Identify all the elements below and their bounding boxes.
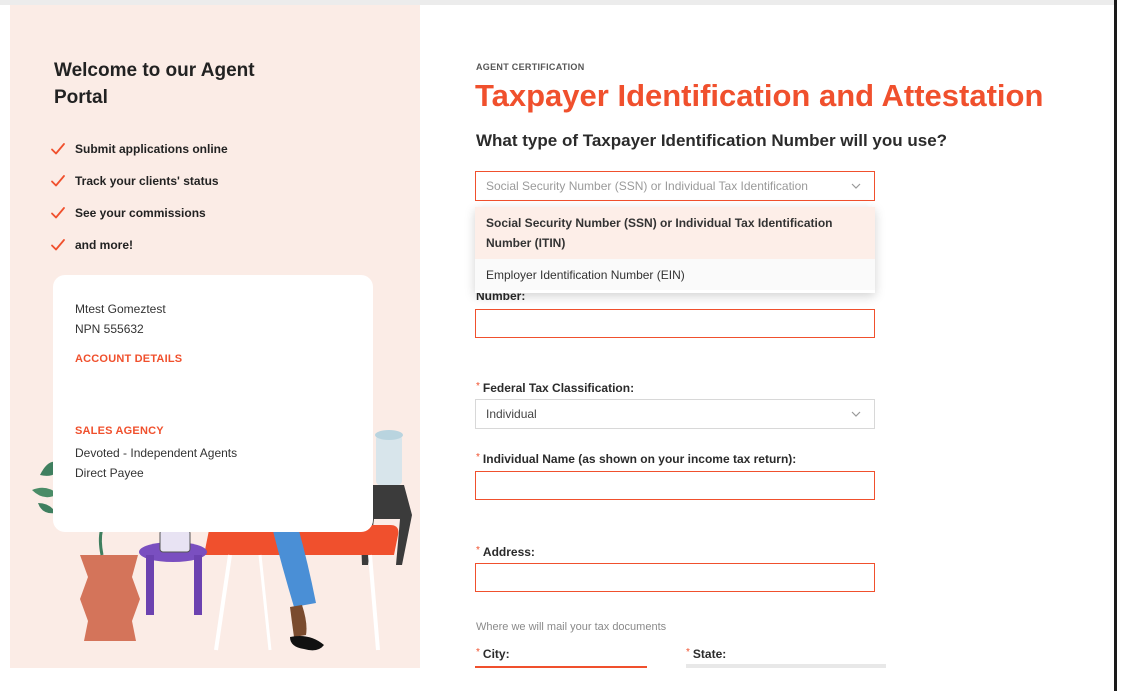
required-marker: * <box>476 452 480 463</box>
section-eyebrow: AGENT CERTIFICATION <box>476 62 585 72</box>
address-label-text: Address: <box>482 545 535 559</box>
federal-tax-select-value: Individual <box>486 407 537 421</box>
required-marker: * <box>476 647 480 658</box>
city-label-text: City: <box>482 647 510 661</box>
federal-tax-label-text: Federal Tax Classification: <box>482 381 635 395</box>
welcome-panel: Welcome to our Agent Portal Submit appli… <box>10 5 420 668</box>
required-marker: * <box>476 545 480 556</box>
tin-select-value: Social Security Number (SSN) or Individu… <box>486 179 808 193</box>
agent-name: Mtest Gomeztest <box>75 302 166 316</box>
required-marker: * <box>686 647 690 658</box>
checkmark-icon <box>50 237 66 253</box>
page-title: Taxpayer Identification and Attestation <box>475 78 1044 113</box>
tin-type-dropdown: Social Security Number (SSN) or Individu… <box>475 207 875 293</box>
checkmark-icon <box>50 205 66 221</box>
benefit-item: See your commissions <box>50 197 228 229</box>
payee-type: Direct Payee <box>75 466 144 480</box>
individual-name-label: * Individual Name (as shown on your incom… <box>476 452 796 466</box>
city-label: * City: <box>476 647 510 661</box>
individual-name-input[interactable] <box>475 471 875 500</box>
benefit-label: See your commissions <box>75 206 206 220</box>
checkmark-icon <box>50 173 66 189</box>
agency-name: Devoted - Independent Agents <box>75 446 238 460</box>
benefit-label: and more! <box>75 238 134 252</box>
state-label-text: State: <box>692 647 727 661</box>
chevron-down-icon <box>851 183 861 189</box>
account-card: Mtest Gomeztest NPN 555632 ACCOUNT DETAI… <box>53 275 373 532</box>
tin-type-select[interactable]: Social Security Number (SSN) or Individu… <box>475 171 875 201</box>
checkmark-icon <box>50 141 66 157</box>
agent-npn: NPN 555632 <box>75 322 144 336</box>
address-input[interactable] <box>475 563 875 592</box>
benefit-item: Track your clients' status <box>50 165 228 197</box>
benefit-item: and more! <box>50 229 228 261</box>
tin-number-input[interactable] <box>475 309 875 338</box>
benefit-label: Track your clients' status <box>75 174 219 188</box>
sales-agency-label: SALES AGENCY <box>75 425 164 437</box>
welcome-title: Welcome to our Agent Portal <box>54 60 255 108</box>
benefits-list: Submit applications online Track your cl… <box>50 133 228 261</box>
window-bottom-edge <box>0 668 1114 691</box>
dropdown-option-ein[interactable]: Employer Identification Number (EIN) <box>475 259 875 290</box>
benefit-label: Submit applications online <box>75 142 228 156</box>
window-right-edge <box>1114 0 1117 691</box>
state-label: * State: <box>686 647 726 661</box>
benefit-item: Submit applications online <box>50 133 228 165</box>
address-label: * Address: <box>476 545 535 559</box>
individual-name-label-text: Individual Name (as shown on your income… <box>482 452 797 466</box>
federal-tax-classification-label: * Federal Tax Classification: <box>476 381 634 395</box>
chevron-down-icon <box>851 411 861 417</box>
dropdown-option-ssn-itin[interactable]: Social Security Number (SSN) or Individu… <box>475 207 875 259</box>
account-details-link[interactable]: ACCOUNT DETAILS <box>75 353 373 365</box>
address-hint: Where we will mail your tax documents <box>476 621 667 633</box>
tin-question: What type of Taxpayer Identification Num… <box>476 131 948 150</box>
federal-tax-classification-select[interactable]: Individual <box>475 399 875 429</box>
required-marker: * <box>476 381 480 392</box>
